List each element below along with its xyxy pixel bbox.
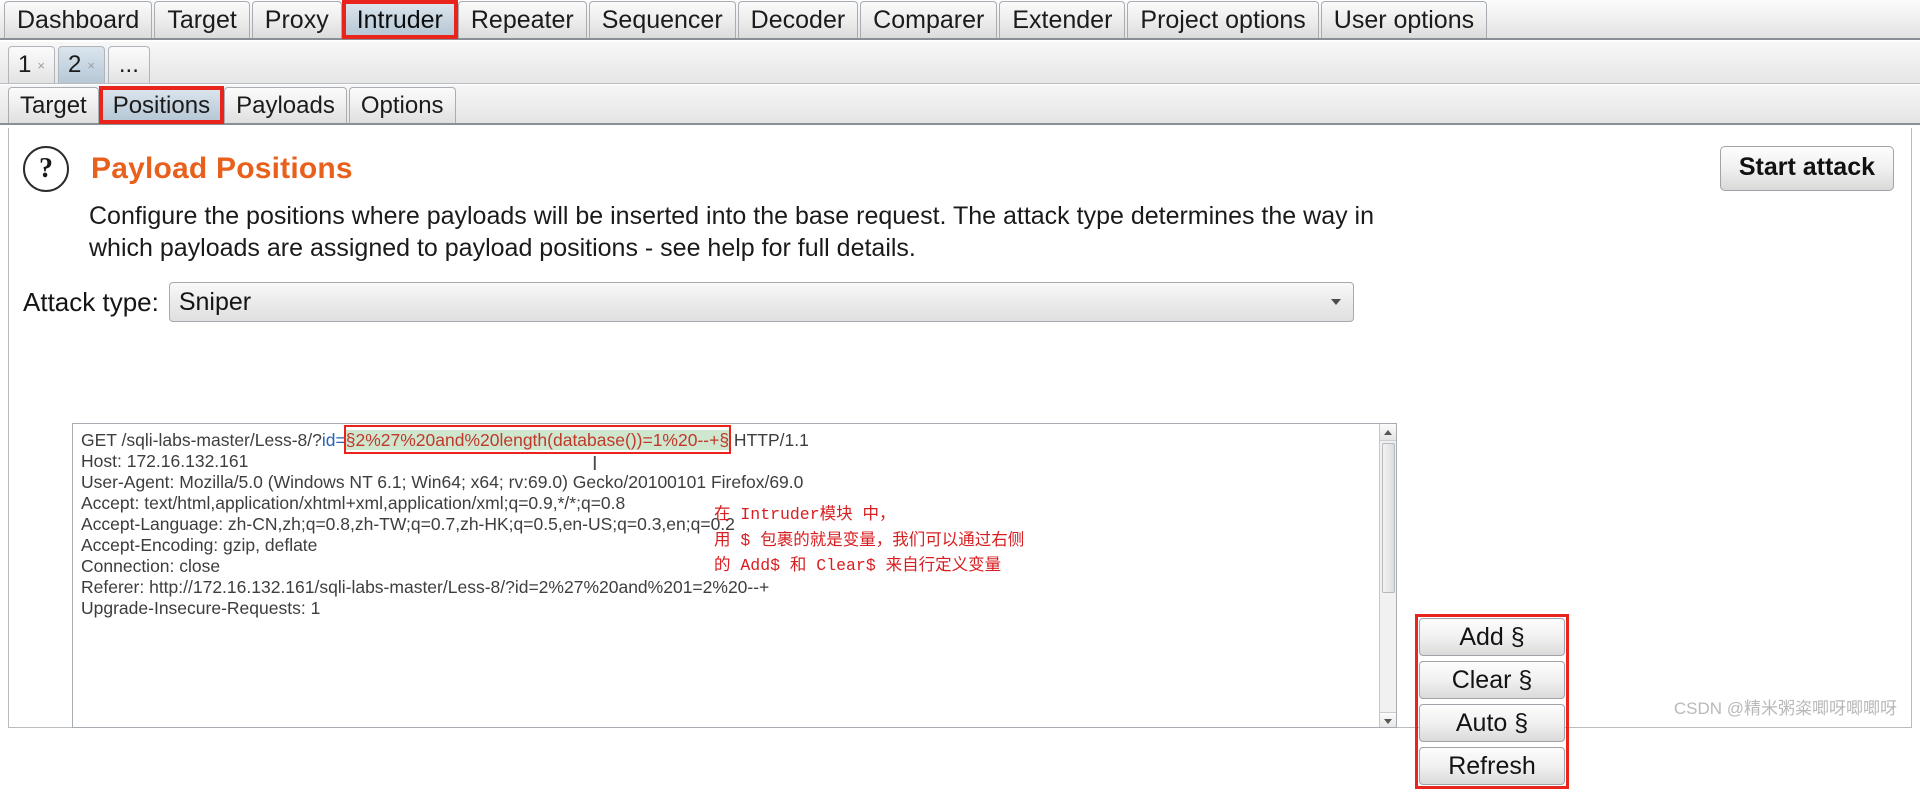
main-tab-project-options[interactable]: Project options: [1127, 1, 1319, 38]
header-name: Accept-Language:: [81, 514, 224, 534]
header-value: close: [174, 556, 221, 576]
header-name: Accept:: [81, 493, 140, 513]
tab-label: Repeater: [470, 5, 574, 34]
header-value: Mozilla/5.0 (Windows NT 6.1; Win64; x64;…: [174, 472, 804, 492]
attack-tab-label: 2: [67, 51, 82, 78]
annotation-line-1: 在 Intruder模块 中，: [714, 505, 896, 524]
scrollbar-thumb[interactable]: [1382, 443, 1395, 593]
payload-marker-box[interactable]: §2%27%20and%20length(database())=1%20--+…: [343, 425, 732, 454]
add-marker-button[interactable]: Add §: [1419, 618, 1565, 656]
auto-marker-button[interactable]: Auto §: [1419, 704, 1565, 742]
header-name: Connection:: [81, 556, 175, 576]
attack-type-row: Attack type: Sniper: [23, 282, 1911, 322]
inner-tab-payloads[interactable]: Payloads: [224, 87, 347, 123]
tab-label: Dashboard: [17, 5, 140, 34]
annotation-line-3: 的 Add$ 和 Clear$ 来自行定义变量: [714, 556, 1002, 576]
attack-type-select[interactable]: Sniper: [168, 282, 1354, 322]
request-method-path: GET /sqli-labs-master/Less-8/?: [81, 430, 322, 450]
query-param-eq: =: [335, 430, 346, 450]
scroll-down-icon[interactable]: [1380, 712, 1396, 727]
header-name: Upgrade-Insecure-Requests:: [81, 598, 306, 618]
main-tab-decoder[interactable]: Decoder: [737, 1, 859, 38]
attack-tab-label: 1: [18, 51, 32, 78]
tab-label: Options: [360, 91, 444, 119]
tab-label: Payloads: [236, 91, 335, 119]
tab-label: Target: [20, 91, 87, 119]
tab-label: Decoder: [750, 5, 846, 34]
attack-tab-2[interactable]: 2 ×: [57, 46, 105, 83]
text-cursor-icon: I: [592, 453, 598, 475]
tab-label: Project options: [1140, 5, 1306, 34]
tab-label: Target: [167, 5, 237, 34]
panel-header: ? Payload Positions Configure the positi…: [9, 128, 1911, 264]
tab-label: Positions: [112, 91, 211, 119]
help-icon[interactable]: ?: [23, 146, 69, 192]
main-tab-intruder[interactable]: Intruder: [341, 0, 459, 39]
attack-tab-bar: 1 × 2 × ...: [0, 42, 1920, 84]
main-tab-comparer[interactable]: Comparer: [860, 1, 998, 38]
tab-label: User options: [1333, 5, 1475, 34]
close-icon[interactable]: ×: [37, 59, 45, 72]
main-tab-bar: Dashboard Target Proxy Intruder Repeater…: [0, 0, 1920, 40]
tab-label: Intruder: [356, 5, 443, 34]
tab-label: Comparer: [873, 5, 985, 34]
tab-label: Sequencer: [601, 5, 723, 34]
close-icon[interactable]: ×: [87, 59, 95, 72]
request-line: Referer: http://172.16.132.161/sqli-labs…: [81, 577, 1396, 598]
watermark-text: CSDN @精米粥粢唧呀唧唧呀: [1673, 699, 1897, 718]
inner-tab-options[interactable]: Options: [348, 87, 456, 123]
main-tab-extender[interactable]: Extender: [999, 1, 1126, 38]
request-line: User-Agent: Mozilla/5.0 (Windows NT 6.1;…: [81, 472, 1396, 493]
marker-button-group: Add § Clear § Auto § Refresh: [1415, 614, 1569, 790]
request-line: Host: 172.16.132.161: [81, 451, 1396, 472]
main-tab-target[interactable]: Target: [154, 1, 250, 38]
main-tab-user-options[interactable]: User options: [1320, 1, 1488, 38]
query-param-name: id: [321, 430, 336, 450]
inner-tab-bar: Target Positions Payloads Options: [0, 85, 1920, 125]
attack-tab-new[interactable]: ...: [107, 46, 150, 83]
header-name: Host:: [81, 451, 122, 471]
request-line: Upgrade-Insecure-Requests: 1: [81, 598, 1396, 619]
attack-tab-label: ...: [118, 51, 139, 78]
header-value: text/html,application/xhtml+xml,applicat…: [139, 493, 626, 513]
positions-panel: ? Payload Positions Configure the positi…: [8, 128, 1912, 789]
header-name: User-Agent:: [81, 472, 175, 492]
main-tab-dashboard[interactable]: Dashboard: [4, 1, 153, 38]
payload-marker-text: §2%27%20and%20length(database())=1%20--+…: [345, 430, 730, 450]
attack-type-label: Attack type:: [23, 287, 159, 317]
inner-tab-target[interactable]: Target: [8, 87, 99, 123]
request-line-1: GET /sqli-labs-master/Less-8/?id=§2%27%2…: [81, 425, 1396, 454]
header-value: http://172.16.132.161/sqli-labs-master/L…: [144, 577, 770, 597]
annotation-line-2: 用 $ 包裹的就是变量，我们可以通过右侧: [714, 530, 1025, 550]
inner-tab-positions[interactable]: Positions: [98, 86, 225, 124]
tab-label: Proxy: [264, 5, 329, 34]
header-value: 172.16.132.161: [121, 451, 249, 471]
attack-tab-1[interactable]: 1 ×: [8, 46, 55, 83]
panel-description: Configure the positions where payloads w…: [89, 202, 1374, 262]
scroll-up-icon[interactable]: [1380, 424, 1396, 441]
header-value: gzip, deflate: [218, 535, 318, 555]
page-title: Payload Positions: [91, 152, 353, 185]
attack-type-value: Sniper: [178, 287, 252, 316]
header-name: Accept-Encoding:: [81, 535, 219, 555]
editor-vertical-scrollbar[interactable]: [1379, 424, 1396, 727]
chevron-down-icon: [1330, 299, 1341, 305]
refresh-button[interactable]: Refresh: [1419, 747, 1565, 785]
tab-label: Extender: [1012, 5, 1113, 34]
header-value: 1: [305, 598, 321, 618]
http-version: HTTP/1.1: [729, 430, 809, 450]
header-value: zh-CN,zh;q=0.8,zh-TW;q=0.7,zh-HK;q=0.5,e…: [223, 514, 735, 534]
main-tab-repeater[interactable]: Repeater: [457, 1, 587, 38]
header-name: Referer:: [81, 577, 145, 597]
start-attack-button[interactable]: Start attack: [1719, 146, 1894, 191]
clear-marker-button[interactable]: Clear §: [1419, 661, 1565, 699]
main-tab-proxy[interactable]: Proxy: [251, 1, 342, 38]
annotation-note: 在 Intruder模块 中， 用 $ 包裹的就是变量，我们可以通过右侧 的 A…: [714, 502, 1024, 579]
main-tab-sequencer[interactable]: Sequencer: [588, 1, 736, 38]
